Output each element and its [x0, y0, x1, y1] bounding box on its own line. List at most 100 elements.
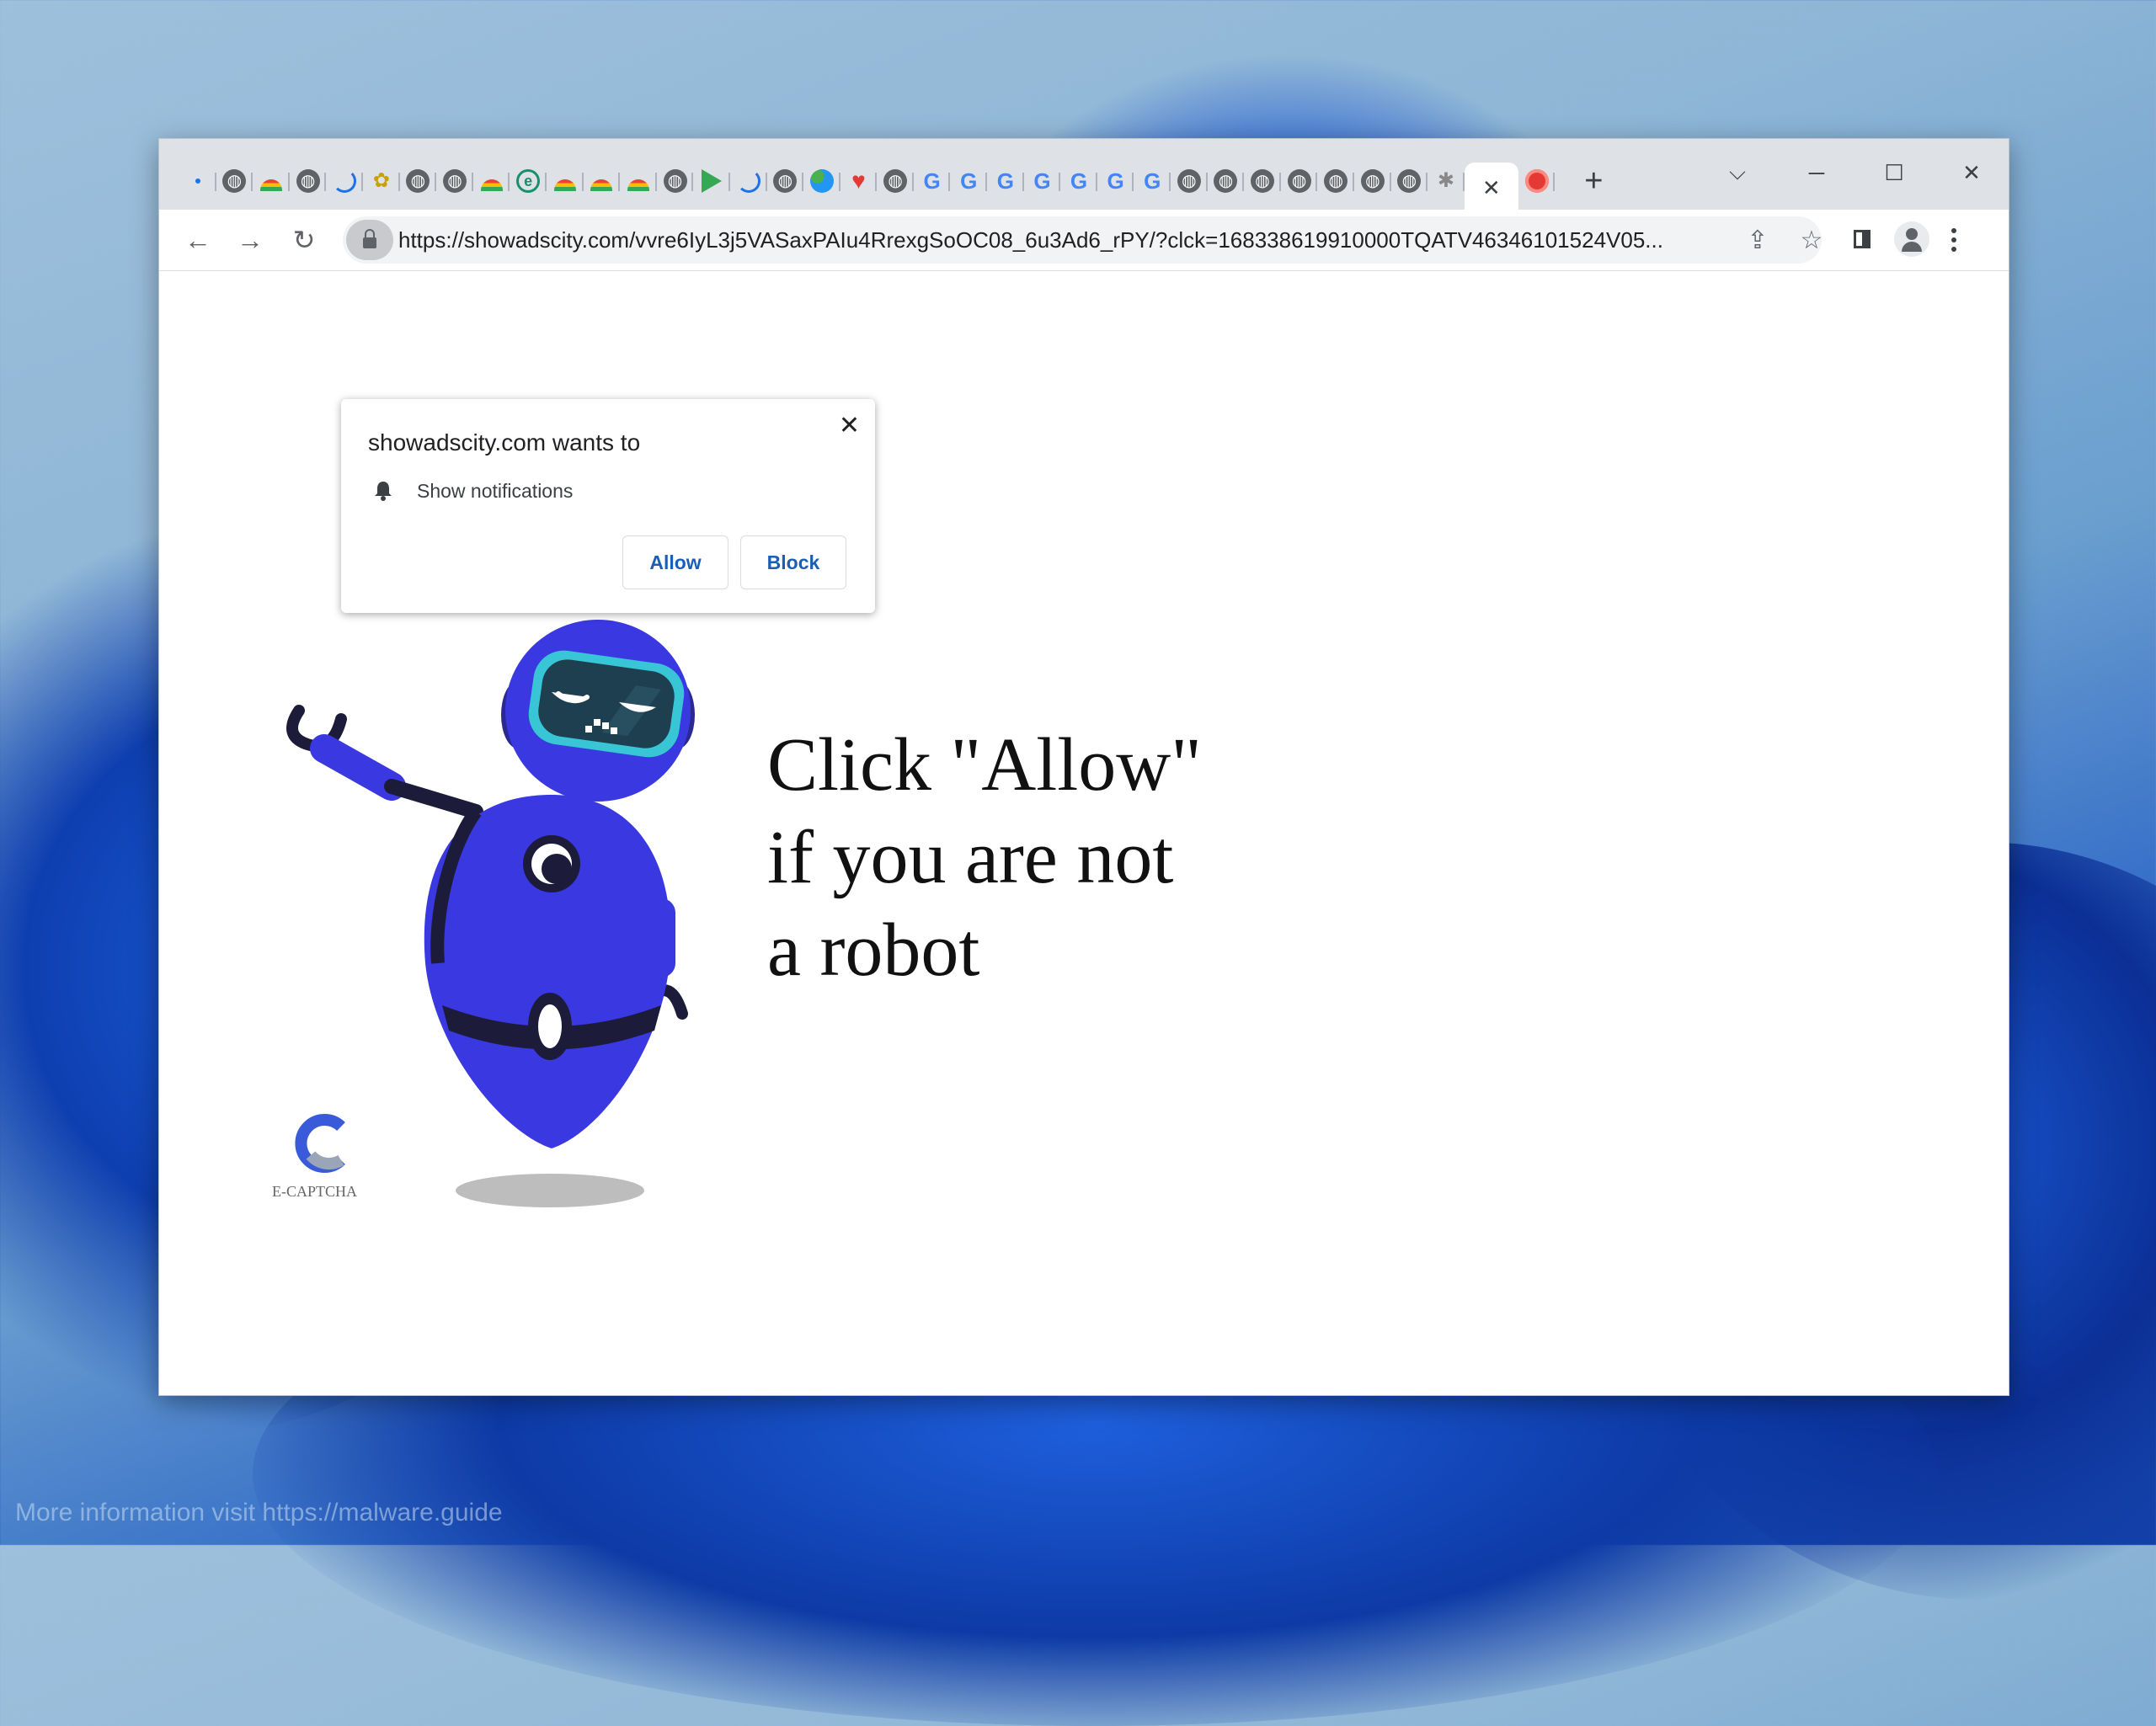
- bookmark-star-icon[interactable]: ☆: [1795, 223, 1828, 257]
- play-icon: [702, 169, 723, 193]
- allow-button[interactable]: Allow: [622, 535, 728, 589]
- record-icon: [1524, 169, 1549, 193]
- browser-tab[interactable]: ◍: [877, 162, 914, 200]
- browser-tab[interactable]: G: [1097, 162, 1134, 200]
- active-tab[interactable]: ✕: [1464, 162, 1518, 213]
- browser-tab[interactable]: [473, 162, 510, 200]
- browser-tab[interactable]: ◍: [767, 162, 804, 200]
- rainbow-icon: [627, 179, 649, 191]
- watermark-text: More information visit https://malware.g…: [15, 1499, 503, 1526]
- globe-icon: ◍: [663, 169, 687, 193]
- google-icon: G: [1144, 168, 1161, 194]
- globe-icon: ◍: [773, 169, 798, 193]
- browser-tab[interactable]: G: [914, 162, 951, 200]
- site-info-button[interactable]: [346, 220, 393, 260]
- tab-strip: ◍ ◍ ✿ ◍ ◍ e ◍ ◍ ♥ ◍ G G G G G G G ◍ ◍ ◍ ◍ ◍ ◍ ◍ ✱ ✕ + ⌵ ─ ☐ ✕: [159, 139, 2009, 213]
- prompt-close-icon[interactable]: ✕: [839, 411, 860, 440]
- globe-icon: ◍: [1177, 169, 1201, 193]
- google-icon: G: [960, 168, 978, 194]
- browser-tab[interactable]: [547, 162, 584, 200]
- back-arrow-icon[interactable]: ←: [179, 221, 216, 258]
- globe-icon: ◍: [1251, 169, 1275, 193]
- address-bar[interactable]: https://showadscity.com/vvre6IyL3j5VASax…: [343, 216, 1822, 264]
- google-icon: G: [1033, 168, 1051, 194]
- bee-icon: ✿: [372, 169, 390, 192]
- browser-tab[interactable]: [253, 162, 290, 200]
- browser-tab[interactable]: [1518, 162, 1556, 200]
- browser-tab[interactable]: [584, 162, 621, 200]
- forward-arrow-icon[interactable]: →: [232, 221, 269, 258]
- browser-window: ◍ ◍ ✿ ◍ ◍ e ◍ ◍ ♥ ◍ G G G G G G G ◍ ◍ ◍ ◍ ◍ ◍ ◍ ✱ ✕ + ⌵ ─ ☐ ✕ ← → …: [158, 138, 2009, 1396]
- bug-icon: ✱: [1437, 169, 1455, 192]
- browser-tab[interactable]: ✱: [1428, 162, 1465, 200]
- browser-tab[interactable]: ◍: [216, 162, 253, 200]
- close-window-button[interactable]: ✕: [1946, 156, 1997, 189]
- browser-tab[interactable]: ◍: [1171, 162, 1208, 200]
- rainbow-icon: [553, 179, 576, 191]
- share-icon[interactable]: ⇪: [1741, 223, 1774, 257]
- browser-tab[interactable]: [730, 162, 767, 200]
- tab-list: ◍ ◍ ✿ ◍ ◍ e ◍ ◍ ♥ ◍ G G G G G G G ◍ ◍ ◍ ◍ ◍ ◍ ◍ ✱ ✕ +: [179, 162, 1612, 213]
- url-text[interactable]: https://showadscity.com/vvre6IyL3j5VASax…: [398, 216, 1712, 264]
- browser-tab[interactable]: G: [1024, 162, 1061, 200]
- browser-tab[interactable]: [179, 162, 216, 200]
- headline-line: if you are not: [767, 816, 1174, 899]
- permission-label: Show notifications: [417, 480, 574, 502]
- browser-tab[interactable]: e: [510, 162, 547, 200]
- globe-icon: ◍: [1397, 169, 1422, 193]
- minimize-button[interactable]: ─: [1791, 156, 1842, 189]
- browser-tab[interactable]: ◍: [1244, 162, 1281, 200]
- browser-toolbar: ← → ↻ https://showadscity.com/vvre6IyL3j…: [159, 210, 2009, 271]
- browser-tab[interactable]: G: [987, 162, 1024, 200]
- browser-tab[interactable]: ✿: [363, 162, 400, 200]
- browser-tab[interactable]: ◍: [1317, 162, 1354, 200]
- ecaptcha-logo: E-CAPTCHA: [272, 1113, 382, 1201]
- robot-shadow: [456, 1174, 644, 1207]
- reload-icon[interactable]: ↻: [286, 221, 323, 258]
- globe-icon: ◍: [883, 169, 908, 193]
- browser-tab[interactable]: [620, 162, 657, 200]
- spinner-icon: [333, 169, 357, 193]
- google-icon: G: [1107, 168, 1124, 194]
- globe-icon: ◍: [1360, 169, 1385, 193]
- rainbow-icon: [590, 179, 613, 191]
- side-panel-icon[interactable]: [1854, 230, 1870, 248]
- rainbow-icon: [259, 179, 282, 191]
- blob-icon: [809, 169, 834, 193]
- globe-icon: ◍: [1214, 169, 1238, 193]
- lock-icon: [363, 228, 376, 248]
- new-tab-button[interactable]: +: [1575, 163, 1612, 200]
- google-icon: G: [1070, 168, 1088, 194]
- browser-tab[interactable]: [693, 162, 730, 200]
- globe-icon: ◍: [296, 169, 320, 193]
- browser-tab[interactable]: ◍: [290, 162, 327, 200]
- browser-tab[interactable]: G: [1060, 162, 1097, 200]
- tab-search-chevron-icon[interactable]: ⌵: [1712, 156, 1763, 189]
- close-icon[interactable]: ✕: [1482, 175, 1501, 201]
- browser-tab[interactable]: G: [1134, 162, 1171, 200]
- browser-tab[interactable]: ♥: [841, 162, 878, 200]
- browser-tab[interactable]: ◍: [436, 162, 473, 200]
- browser-tab[interactable]: ◍: [1354, 162, 1391, 200]
- headline-line: a robot: [767, 908, 980, 992]
- browser-tab[interactable]: ◍: [1281, 162, 1318, 200]
- browser-tab[interactable]: G: [950, 162, 987, 200]
- spinner-icon: [736, 169, 760, 193]
- block-button[interactable]: Block: [740, 535, 846, 589]
- loading-dot-icon: [195, 178, 200, 184]
- globe-icon: ◍: [1287, 169, 1311, 193]
- captcha-c-icon: [295, 1114, 345, 1173]
- headline-line: Click "Allow": [767, 723, 1202, 807]
- browser-tab[interactable]: ◍: [657, 162, 694, 200]
- browser-tab[interactable]: ◍: [1208, 162, 1245, 200]
- globe-icon: ◍: [406, 169, 430, 193]
- browser-tab[interactable]: ◍: [1391, 162, 1428, 200]
- browser-tab[interactable]: [326, 162, 363, 200]
- profile-avatar-icon[interactable]: [1894, 221, 1929, 257]
- browser-tab[interactable]: ◍: [400, 162, 437, 200]
- google-icon: G: [923, 168, 941, 194]
- browser-tab[interactable]: [803, 162, 841, 200]
- maximize-button[interactable]: ☐: [1869, 156, 1919, 189]
- globe-icon: ◍: [1324, 169, 1348, 193]
- more-menu-icon[interactable]: [1941, 221, 1967, 258]
